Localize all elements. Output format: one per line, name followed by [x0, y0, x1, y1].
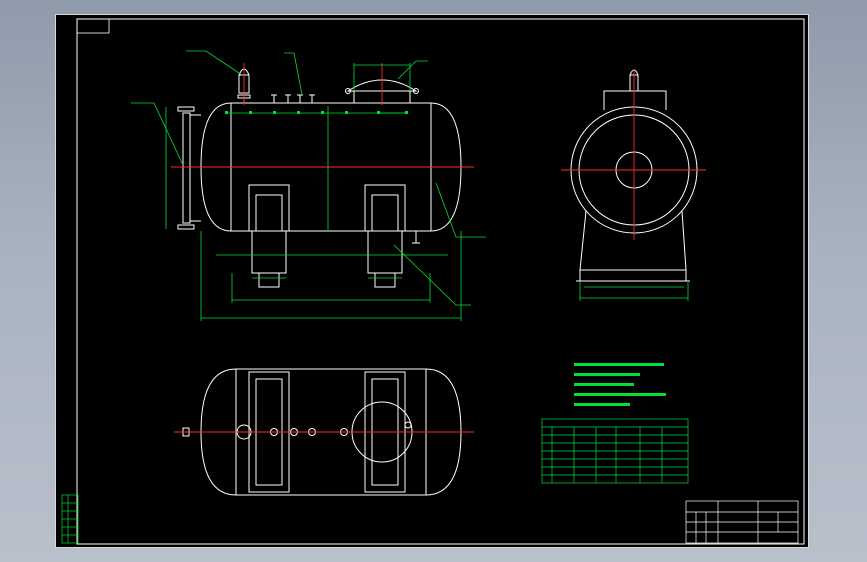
saddle-left-upper	[248, 184, 290, 232]
saddle-left-base	[251, 230, 287, 274]
front-dimensions	[131, 50, 486, 321]
saddle-left-web	[255, 194, 283, 232]
drawing-canvas	[61, 18, 805, 545]
inner-frame	[76, 18, 805, 545]
plan-nozzle-5	[404, 421, 412, 429]
dimension-ticks	[225, 111, 408, 114]
side-center-lines	[561, 70, 706, 240]
leader-level-gauge	[131, 102, 184, 166]
leader-corrosion	[435, 182, 486, 238]
gauge-flange-top	[177, 106, 195, 112]
leader-saddle	[393, 244, 471, 306]
saddle-right-foot	[374, 272, 396, 288]
tech-req-bullets	[574, 363, 666, 406]
front-view	[177, 68, 462, 288]
drawing-sheet	[55, 14, 809, 548]
saddle-right-web	[371, 194, 399, 232]
gauge-flange-bottom	[177, 224, 195, 230]
saddle-right-base	[367, 230, 403, 274]
revision-block	[61, 494, 79, 544]
side-dimensions	[579, 281, 689, 301]
cad-viewport[interactable]	[0, 0, 867, 562]
top-nozzles	[271, 94, 315, 103]
saddle-left-foot	[258, 272, 280, 288]
leader-manhole	[397, 60, 428, 80]
saddle-right-upper	[364, 184, 406, 232]
sheet-corner-box	[76, 18, 110, 34]
level-gauge	[182, 112, 191, 224]
leader-nozzle-a	[284, 52, 303, 96]
nozzle-table	[541, 418, 689, 484]
title-block	[685, 500, 799, 544]
front-center-lines	[171, 63, 474, 168]
leader-vent-valve	[186, 50, 243, 76]
